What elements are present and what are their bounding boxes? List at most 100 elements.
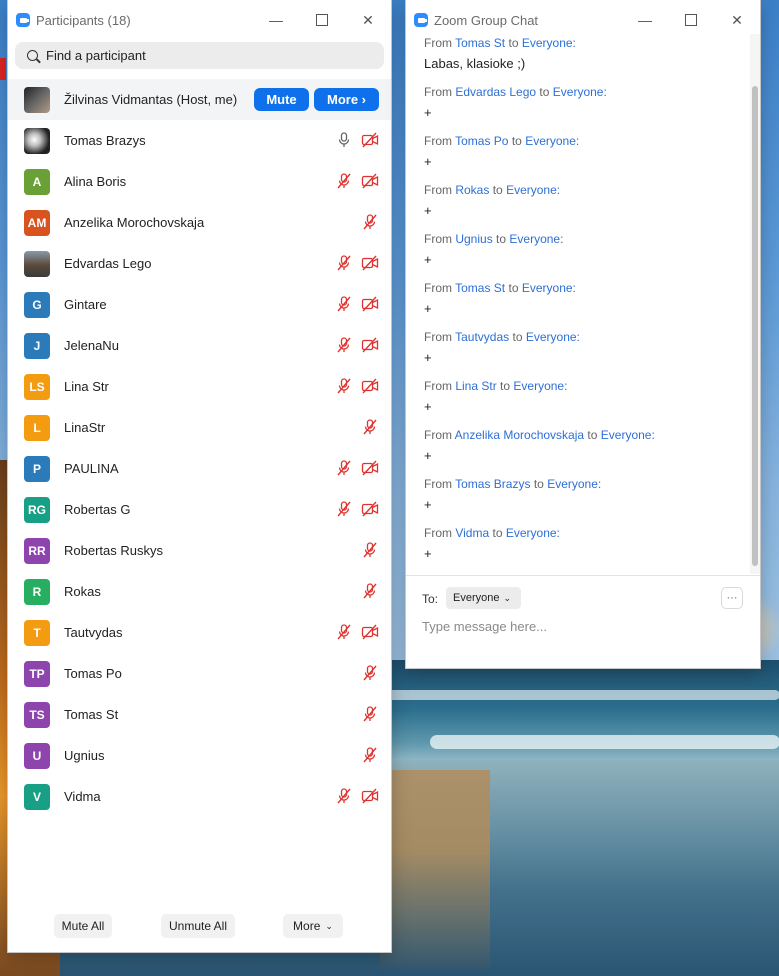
participant-row[interactable]: P PAULINA (8, 448, 391, 489)
recipient-name[interactable]: Everyone: (525, 134, 579, 148)
from-word: From (424, 183, 452, 197)
chat-scrollbar-thumb[interactable] (752, 86, 758, 566)
participant-row[interactable]: RR Robertas Ruskys (8, 530, 391, 571)
video-off-icon (361, 336, 379, 354)
recipient-name[interactable]: Everyone: (601, 428, 655, 442)
participant-row[interactable]: LS Lina Str (8, 366, 391, 407)
participant-name: Rokas (64, 584, 101, 599)
more-options-icon[interactable]: ··· (721, 587, 743, 609)
chat-scrollbar[interactable] (750, 34, 760, 574)
mute-all-button[interactable]: Mute All (54, 914, 112, 938)
to-word: to (587, 428, 598, 442)
participant-row[interactable]: J JelenaNu (8, 325, 391, 366)
recipient-name[interactable]: Everyone: (509, 232, 563, 246)
participant-row[interactable]: Tomas Brazys (8, 120, 391, 161)
participant-row[interactable]: T Tautvydas (8, 612, 391, 653)
recipient-name[interactable]: Everyone: (547, 477, 601, 491)
close-icon[interactable]: ✕ (345, 0, 391, 40)
sender-name[interactable]: Tomas Brazys (455, 477, 530, 491)
from-word: From (424, 36, 452, 50)
chat-message-text: + (424, 203, 432, 218)
recipient-name[interactable]: Everyone: (506, 526, 560, 540)
chat-message-text: + (424, 399, 432, 414)
video-off-icon (361, 623, 379, 641)
sender-name[interactable]: Lina Str (455, 379, 496, 393)
recipient-name[interactable]: Everyone: (522, 281, 576, 295)
microphone-muted-icon (361, 582, 379, 600)
participant-row[interactable]: U Ugnius (8, 735, 391, 776)
to-word: to (512, 330, 523, 344)
from-word: From (424, 330, 452, 344)
minimize-icon[interactable]: — (253, 0, 299, 40)
participant-row[interactable]: A Alina Boris (8, 161, 391, 202)
recipient-select[interactable]: Everyone ⌄ (446, 587, 522, 609)
maximize-icon[interactable] (299, 0, 345, 40)
microphone-icon (335, 131, 353, 149)
chat-message: From Lina Str to Everyone: + (424, 379, 567, 414)
from-word: From (424, 85, 452, 99)
chat-message: From Tautvydas to Everyone: + (424, 330, 580, 365)
recipient-name[interactable]: Everyone: (526, 330, 580, 344)
microphone-muted-icon (335, 787, 353, 805)
chat-message-meta: From Tautvydas to Everyone: (424, 330, 580, 344)
participant-row[interactable]: TS Tomas St (8, 694, 391, 735)
participant-avatar: TS (24, 701, 50, 728)
microphone-muted-icon (335, 172, 353, 190)
sender-name[interactable]: Tautvydas (455, 330, 509, 344)
sender-name[interactable]: Tomas Po (455, 134, 508, 148)
from-word: From (424, 526, 452, 540)
chat-message: From Tomas St to Everyone: Labas, klasiok… (424, 36, 576, 71)
more-footer-button[interactable]: More ⌄ (283, 914, 343, 938)
sender-name[interactable]: Ugnius (455, 232, 492, 246)
participant-name: JelenaNu (64, 338, 119, 353)
mute-button[interactable]: Mute (254, 88, 309, 111)
to-word: to (508, 281, 519, 295)
more-button[interactable]: More › (314, 88, 379, 111)
participant-row[interactable]: Edvardas Lego (8, 243, 391, 284)
participants-window: Participants (18) — ✕ Find a participant… (8, 0, 391, 952)
participant-avatar: V (24, 783, 50, 810)
participant-avatar: LS (24, 373, 50, 400)
zoom-app-icon (414, 13, 428, 27)
participant-row[interactable]: R Rokas (8, 571, 391, 612)
sender-name[interactable]: Edvardas Lego (455, 85, 536, 99)
from-word: From (424, 232, 452, 246)
more-footer-label: More (293, 919, 321, 933)
message-input[interactable]: Type message here... (422, 619, 547, 634)
to-word: to (511, 134, 522, 148)
participant-row[interactable]: TP Tomas Po (8, 653, 391, 694)
participant-row[interactable]: L LinaStr (8, 407, 391, 448)
chat-message-list: From Tomas St to Everyone: Labas, klasiok… (406, 34, 750, 574)
microphone-muted-icon (361, 746, 379, 764)
microphone-muted-icon (361, 418, 379, 436)
chat-message-text: + (424, 448, 432, 463)
participant-name: Tautvydas (64, 625, 123, 640)
sender-name[interactable]: Tomas St (455, 36, 505, 50)
recipient-name[interactable]: Everyone: (506, 183, 560, 197)
chat-message-text: Labas, klasioke ;) (424, 56, 526, 71)
sender-name[interactable]: Vidma (455, 526, 489, 540)
participant-row[interactable]: AM Anzelika Morochovskaja (8, 202, 391, 243)
participant-row[interactable]: V Vidma (8, 776, 391, 817)
microphone-muted-icon (361, 541, 379, 559)
recipient-name[interactable]: Everyone: (553, 85, 607, 99)
participant-search-input[interactable]: Find a participant (15, 42, 384, 69)
sender-name[interactable]: Rokas (455, 183, 489, 197)
host-participant-row[interactable]: Žilvinas Vidmantas (Host, me) Mute More … (8, 79, 391, 120)
participant-row[interactable]: RG Robertas G (8, 489, 391, 530)
sender-name[interactable]: Anzelika Morochovskaja (455, 428, 584, 442)
unmute-all-button[interactable]: Unmute All (161, 914, 235, 938)
participant-row[interactable]: G Gintare (8, 284, 391, 325)
sender-name[interactable]: Tomas St (455, 281, 505, 295)
participant-avatar: P (24, 455, 50, 482)
participant-avatar (24, 250, 50, 277)
chat-message: From Tomas St to Everyone: + (424, 281, 576, 316)
recipient-name[interactable]: Everyone: (513, 379, 567, 393)
to-word: to (496, 232, 507, 246)
chat-message-meta: From Rokas to Everyone: (424, 183, 560, 197)
from-word: From (424, 428, 452, 442)
chevron-down-icon: ⌄ (325, 920, 333, 931)
recipient-name[interactable]: Everyone: (522, 36, 576, 50)
video-off-icon (361, 295, 379, 313)
to-word: to (533, 477, 544, 491)
